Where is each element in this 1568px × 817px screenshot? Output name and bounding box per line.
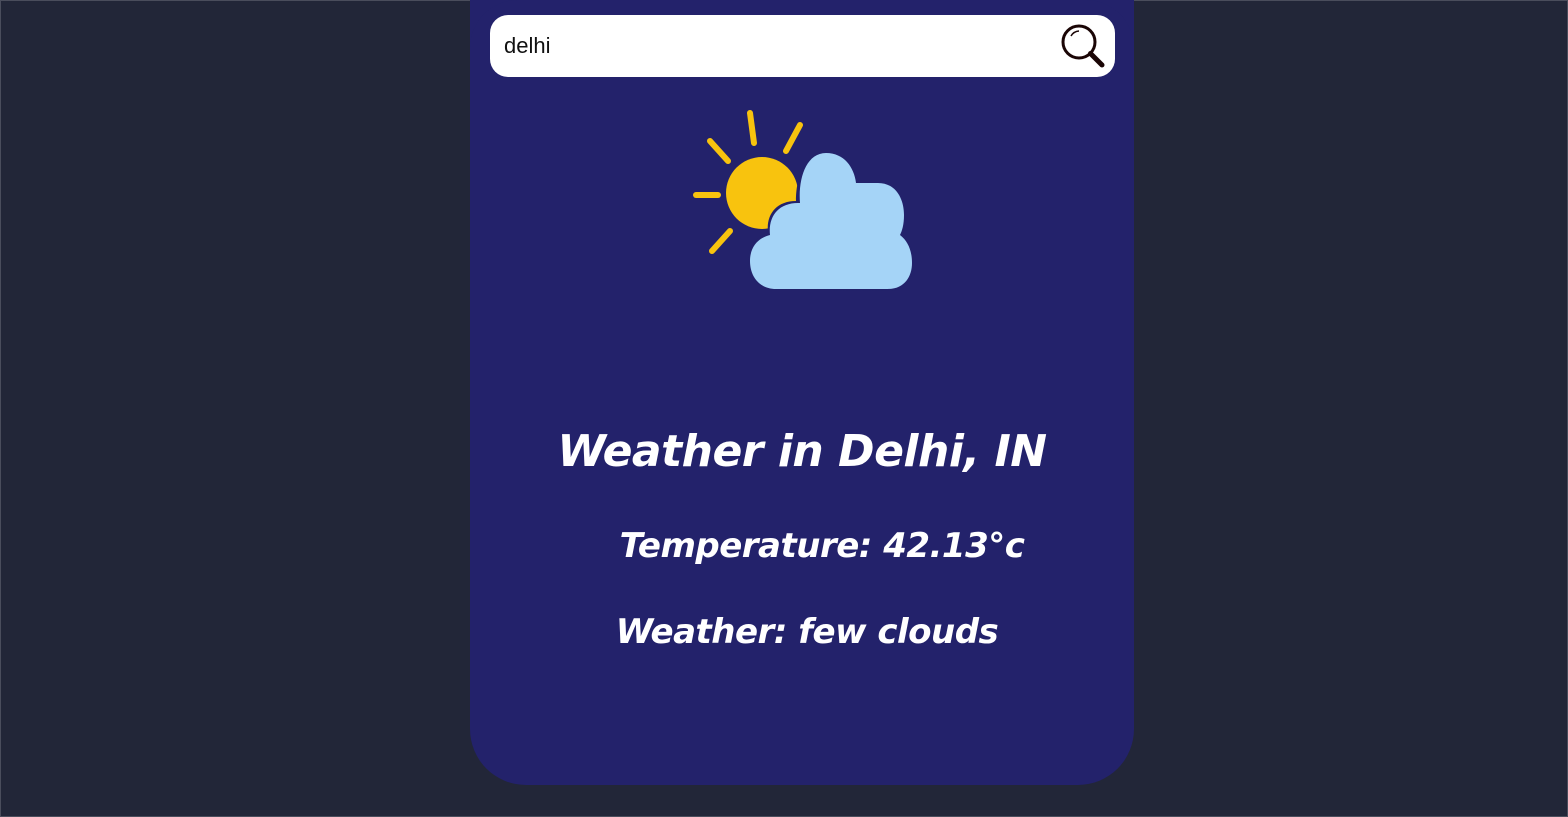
partly-cloudy-icon [688,105,918,295]
search-icon [1061,24,1105,68]
search-input[interactable] [504,25,1044,67]
temperature-readout: Temperature: 42.13°c [619,526,1025,566]
search-bar [490,15,1115,77]
weather-condition: Weather: few clouds [615,612,999,652]
search-button[interactable] [1059,22,1107,70]
weather-location-title: Weather in Delhi, IN [557,426,1047,477]
